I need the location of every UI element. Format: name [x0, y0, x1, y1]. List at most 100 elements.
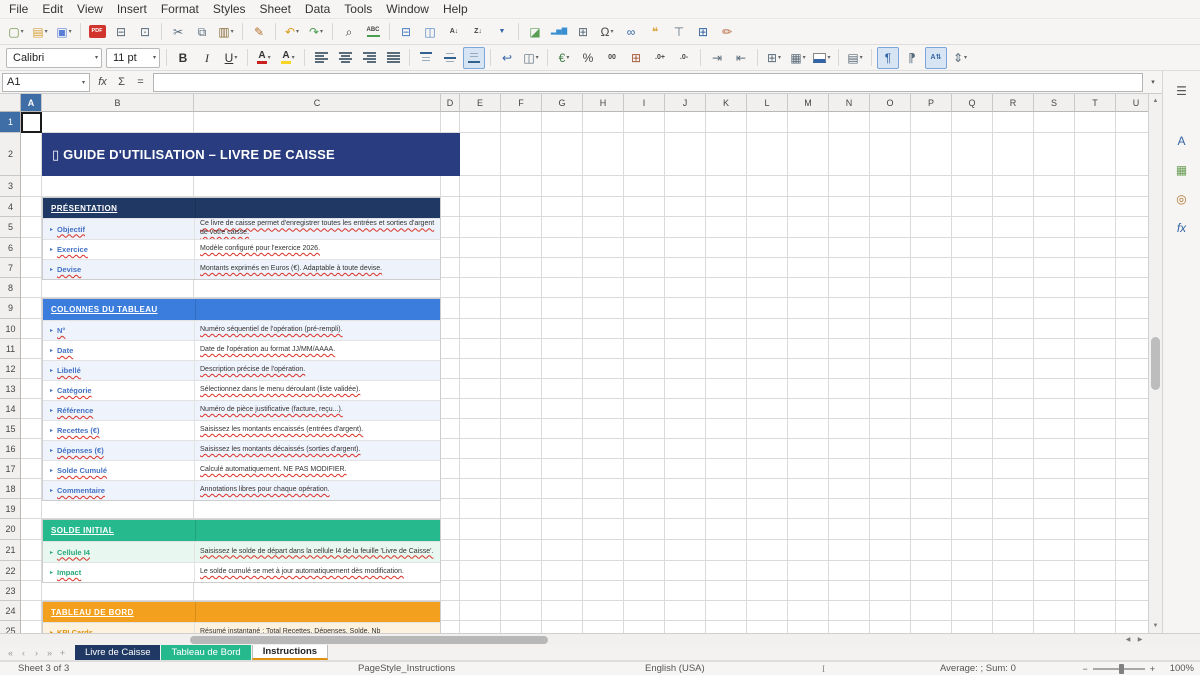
menu-data[interactable]: Data: [298, 1, 337, 17]
row-header-13[interactable]: 13: [0, 379, 21, 399]
guide-label-cell[interactable]: ▸Date: [43, 341, 195, 360]
format-as-currency-button[interactable]: €▾: [553, 47, 575, 69]
menu-edit[interactable]: Edit: [35, 1, 70, 17]
format-as-date-button[interactable]: ⊞: [625, 47, 647, 69]
row-header-25[interactable]: 25: [0, 621, 21, 633]
spelling-button[interactable]: ABC: [362, 21, 384, 43]
guide-desc-cell[interactable]: Ce livre de caisse permet d'enregistrer …: [195, 219, 440, 239]
sheet-tab-livre-de-caisse[interactable]: Livre de Caisse: [75, 645, 160, 660]
scroll-left-icon[interactable]: ◀: [1122, 634, 1134, 645]
row-header-10[interactable]: 10: [0, 319, 21, 339]
clone-formatting-button[interactable]: ✎: [248, 21, 270, 43]
guide-label-cell[interactable]: ▸Cellule I4: [43, 542, 195, 562]
open-button[interactable]: ▤▾: [29, 21, 51, 43]
show-draw-functions-button[interactable]: ✏: [716, 21, 738, 43]
underline-dropdown-arrow[interactable]: ▾: [234, 54, 237, 61]
chevron-down-icon[interactable]: ▾: [82, 79, 85, 86]
decrease-indent-button[interactable]: ⇤: [730, 47, 752, 69]
save-dropdown-arrow[interactable]: ▾: [69, 28, 72, 35]
column-header-f[interactable]: F: [501, 94, 542, 112]
column-header-i[interactable]: I: [624, 94, 665, 112]
guide-desc-cell[interactable]: Le solde cumulé se met à jour automatiqu…: [195, 563, 440, 582]
bold-button[interactable]: B: [172, 47, 194, 69]
selection-stats[interactable]: Average: ; Sum: 0: [940, 663, 1016, 675]
column-header-q[interactable]: Q: [952, 94, 993, 112]
row-header-23[interactable]: 23: [0, 581, 21, 601]
add-sheet-button[interactable]: +: [56, 648, 69, 658]
column-header-b[interactable]: B: [42, 94, 194, 112]
column-header-t[interactable]: T: [1075, 94, 1116, 112]
insert-image-button[interactable]: ◪: [524, 21, 546, 43]
guide-label-cell[interactable]: ▸Exercice: [43, 240, 195, 259]
align-left-button[interactable]: [310, 47, 332, 69]
zoom-out-button[interactable]: −: [1082, 664, 1087, 674]
font-color-dropdown-arrow[interactable]: ▾: [268, 54, 271, 61]
guide-desc-cell[interactable]: Date de l'opération au format JJ/MM/AAAA…: [195, 341, 440, 360]
wrap-text-button[interactable]: ↩: [496, 47, 518, 69]
column-header-j[interactable]: J: [665, 94, 706, 112]
column-header-c[interactable]: C: [194, 94, 441, 112]
row-header-7[interactable]: 7: [0, 258, 21, 278]
guide-label-cell[interactable]: ▸Dépenses (€): [43, 441, 195, 460]
column-header-n[interactable]: N: [829, 94, 870, 112]
border-color-button[interactable]: ▾: [811, 47, 833, 69]
name-box[interactable]: A1 ▾: [2, 73, 90, 92]
guide-label-cell[interactable]: ▸KPI Cards: [43, 623, 195, 633]
guide-desc-cell[interactable]: Saisissez les montants décaissés (sortie…: [195, 441, 440, 460]
section-header-cell[interactable]: PRÉSENTATION: [43, 198, 440, 218]
justified-button[interactable]: [382, 47, 404, 69]
headers-and-footers-button[interactable]: ⊤: [668, 21, 690, 43]
underline-button[interactable]: U▾: [220, 47, 242, 69]
column-header-h[interactable]: H: [583, 94, 624, 112]
add-decimal-place-button[interactable]: .0+: [649, 47, 671, 69]
column-header-d[interactable]: D: [441, 94, 460, 112]
toggle-print-preview-button[interactable]: ⊡: [134, 21, 156, 43]
insert-rows-above-button[interactable]: ⊟: [395, 21, 417, 43]
vertical-scrollbar-thumb[interactable]: [1151, 337, 1160, 390]
guide-desc-cell[interactable]: Numéro de pièce justificative (facture, …: [195, 401, 440, 420]
insert-special-characters-dropdown-arrow[interactable]: ▾: [610, 28, 613, 35]
highlighting-color-button[interactable]: A▾: [277, 47, 299, 69]
row-header-24[interactable]: 24: [0, 601, 21, 621]
column-header-l[interactable]: L: [747, 94, 788, 112]
select-all-corner[interactable]: [0, 94, 21, 112]
zoom-level[interactable]: 100%: [1164, 663, 1194, 674]
column-header-p[interactable]: P: [911, 94, 952, 112]
previous-sheet-button[interactable]: ‹: [17, 648, 30, 658]
delete-decimal-place-button[interactable]: .0-: [673, 47, 695, 69]
row-header-8[interactable]: 8: [0, 278, 21, 298]
row-header-4[interactable]: 4: [0, 197, 21, 217]
column-header-u[interactable]: U: [1116, 94, 1148, 112]
increase-indent-button[interactable]: ⇥: [706, 47, 728, 69]
menu-file[interactable]: File: [2, 1, 35, 17]
line-spacing-dropdown-arrow[interactable]: ▾: [964, 54, 967, 61]
scroll-right-icon[interactable]: ▶: [1134, 634, 1146, 645]
guide-label-cell[interactable]: ▸Commentaire: [43, 481, 195, 500]
border-color-dropdown-arrow[interactable]: ▾: [827, 54, 830, 61]
horizontal-scrollbar[interactable]: ◀ ▶: [0, 633, 1200, 645]
section-header-cell[interactable]: SOLDE INITIAL: [43, 520, 440, 541]
column-header-g[interactable]: G: [542, 94, 583, 112]
border-style-button[interactable]: ▦▾: [787, 47, 809, 69]
insert-chart-button[interactable]: ▂▅▇: [548, 21, 570, 43]
format-as-number-button[interactable]: 00: [601, 47, 623, 69]
formula-button[interactable]: =: [131, 73, 150, 92]
guide-label-cell[interactable]: ▸Référence: [43, 401, 195, 420]
font-color-button[interactable]: A▾: [253, 47, 275, 69]
column-header-k[interactable]: K: [706, 94, 747, 112]
scroll-up-icon[interactable]: ▲: [1149, 94, 1162, 108]
menu-styles[interactable]: Styles: [206, 1, 253, 17]
row-header-17[interactable]: 17: [0, 459, 21, 479]
font-size-combobox[interactable]: 11 pt▾: [106, 48, 160, 68]
guide-label-cell[interactable]: ▸Impact: [43, 563, 195, 582]
align-bottom-button[interactable]: [463, 47, 485, 69]
format-as-currency-dropdown-arrow[interactable]: ▾: [566, 54, 569, 61]
merge-cells-button[interactable]: ◫▾: [520, 47, 542, 69]
guide-label-cell[interactable]: ▸Devise: [43, 260, 195, 279]
font-name-combobox[interactable]: Calibri▾: [6, 48, 102, 68]
guide-desc-cell[interactable]: Sélectionnez dans le menu déroulant (lis…: [195, 381, 440, 400]
right-to-left-button[interactable]: ⁋: [901, 47, 923, 69]
paste-dropdown-arrow[interactable]: ▾: [231, 28, 234, 35]
navigator-icon[interactable]: ◎: [1170, 187, 1194, 211]
row-header-15[interactable]: 15: [0, 419, 21, 439]
